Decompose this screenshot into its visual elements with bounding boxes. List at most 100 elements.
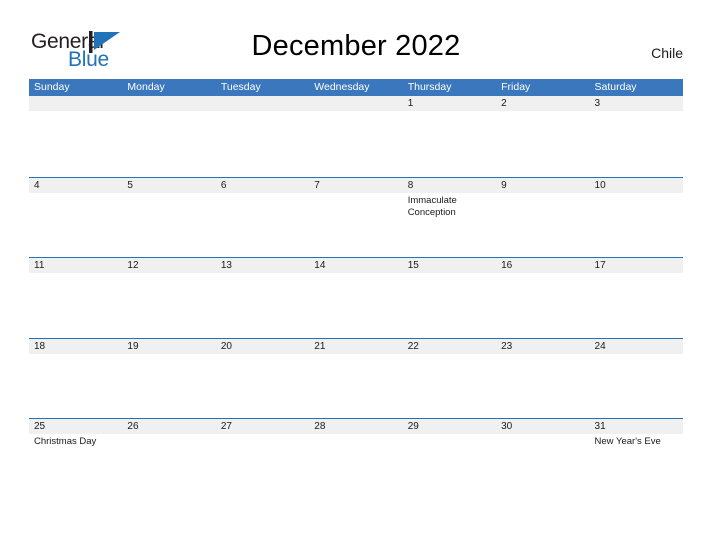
day-date-band [309, 96, 403, 111]
weekday-monday: Monday [127, 81, 165, 93]
holiday-label: Immaculate Conception [407, 194, 457, 219]
day-cell-empty [122, 96, 216, 177]
week-row: 25 Christmas Day 26 27 28 29 30 31 New Year's Ev… [29, 418, 683, 499]
day-cell[interactable]: 11 [29, 258, 123, 338]
day-date-band [29, 177, 123, 193]
day-events: Immaculate Conception [408, 195, 493, 220]
day-number: 20 [220, 340, 232, 352]
day-events: New Year's Eve [595, 436, 680, 449]
week-row: 1 2 3 [29, 96, 683, 177]
day-number: 6 [220, 179, 227, 191]
day-cell[interactable]: 13 [215, 258, 310, 338]
day-cell[interactable]: 7 [309, 177, 403, 258]
day-cell-empty [309, 96, 403, 177]
day-number: 26 [127, 421, 139, 432]
day-cell[interactable]: 12 [122, 258, 216, 338]
day-cell[interactable]: 26 [122, 419, 216, 499]
day-date-band [589, 96, 683, 111]
day-cell[interactable]: 25 Christmas Day [29, 419, 123, 499]
day-cell[interactable]: 10 [589, 177, 683, 258]
day-cell[interactable]: 17 [589, 258, 683, 338]
day-cell[interactable]: 2 [496, 96, 590, 177]
holiday-label: New Year's Eve [594, 436, 661, 447]
day-cell[interactable]: 19 [122, 338, 216, 419]
day-number: 12 [127, 260, 139, 271]
week-row: 11 12 13 14 15 16 17 [29, 257, 683, 338]
page-title: December 2022 [251, 30, 461, 62]
day-number: 5 [127, 179, 133, 191]
calendar-weeks: 1 2 3 4 5 6 7 8 Immaculate Conception 9 10 11 12 13 14… [29, 96, 683, 499]
week-row: 18 19 20 21 22 23 24 [29, 337, 683, 419]
page-header: General Blue December 2022 Chile [0, 0, 712, 78]
day-number: 21 [314, 340, 326, 352]
day-number: 13 [220, 260, 232, 271]
day-cell[interactable]: 16 [496, 258, 590, 338]
weekday-sunday: Sunday [34, 81, 70, 93]
day-date-band [29, 96, 123, 111]
day-number: 14 [314, 260, 326, 271]
weekday-wednesday: Wednesday [314, 81, 370, 93]
day-number: 29 [407, 421, 419, 432]
weekday-saturday: Saturday [594, 81, 637, 93]
day-cell[interactable]: 31 New Year's Eve [589, 419, 683, 499]
day-number: 28 [314, 421, 326, 432]
day-number: 31 [594, 421, 606, 432]
day-cell[interactable]: 22 [402, 338, 497, 419]
day-number: 8 [407, 179, 414, 191]
day-cell[interactable]: 6 [215, 177, 310, 258]
day-cell[interactable]: 27 [215, 419, 310, 499]
weekday-friday: Friday [501, 81, 531, 93]
day-cell[interactable]: 5 [122, 177, 216, 258]
weekday-thursday: Thursday [407, 81, 452, 93]
day-cell[interactable]: 8 Immaculate Conception [402, 177, 497, 258]
day-number: 24 [594, 340, 606, 352]
day-number: 4 [34, 179, 40, 191]
day-number: 27 [220, 421, 232, 432]
day-cell[interactable]: 20 [215, 338, 310, 419]
day-cell[interactable]: 28 [309, 419, 403, 499]
day-number: 18 [34, 340, 46, 352]
day-number: 11 [34, 260, 45, 271]
calendar-grid: Sunday Monday Tuesday Wednesday Thursday… [29, 79, 683, 499]
day-cell[interactable]: 14 [309, 258, 403, 338]
day-date-band [122, 96, 216, 111]
day-date-band [122, 177, 216, 193]
day-number: 10 [594, 179, 606, 191]
week-row: 4 5 6 7 8 Immaculate Conception 9 10 [29, 176, 683, 258]
day-date-band [215, 96, 310, 111]
day-cell-empty [29, 96, 123, 177]
day-cell[interactable]: 9 [496, 177, 590, 258]
day-cell[interactable]: 18 [29, 338, 123, 419]
day-cell[interactable]: 29 [402, 419, 497, 499]
day-number: 3 [594, 98, 601, 109]
holiday-label: Christmas Day [34, 436, 97, 447]
day-events: Christmas Day [34, 436, 119, 449]
day-date-band [496, 96, 590, 111]
day-number: 19 [127, 340, 139, 352]
day-number: 22 [407, 340, 419, 352]
day-cell[interactable]: 15 [402, 258, 497, 338]
day-number: 9 [501, 179, 507, 191]
day-number: 25 [34, 421, 46, 432]
day-number: 1 [407, 98, 414, 109]
day-number: 17 [594, 260, 606, 271]
day-cell[interactable]: 23 [496, 338, 590, 419]
day-number: 16 [501, 260, 513, 271]
day-date-band [402, 177, 497, 193]
day-cell[interactable]: 4 [29, 177, 123, 258]
day-cell[interactable]: 21 [309, 338, 403, 419]
day-number: 15 [407, 260, 419, 271]
day-number: 2 [501, 98, 507, 109]
weekday-header-row: Sunday Monday Tuesday Wednesday Thursday… [29, 79, 683, 96]
day-number: 7 [314, 179, 320, 191]
day-cell[interactable]: 1 [402, 96, 497, 177]
day-number: 23 [501, 340, 513, 352]
day-cell-empty [215, 96, 310, 177]
day-number: 30 [501, 421, 513, 432]
day-cell[interactable]: 24 [589, 338, 683, 419]
day-date-band [215, 177, 310, 193]
day-date-band [309, 177, 403, 193]
weekday-tuesday: Tuesday [220, 81, 261, 93]
day-cell[interactable]: 30 [496, 419, 590, 499]
day-cell[interactable]: 3 [589, 96, 683, 177]
